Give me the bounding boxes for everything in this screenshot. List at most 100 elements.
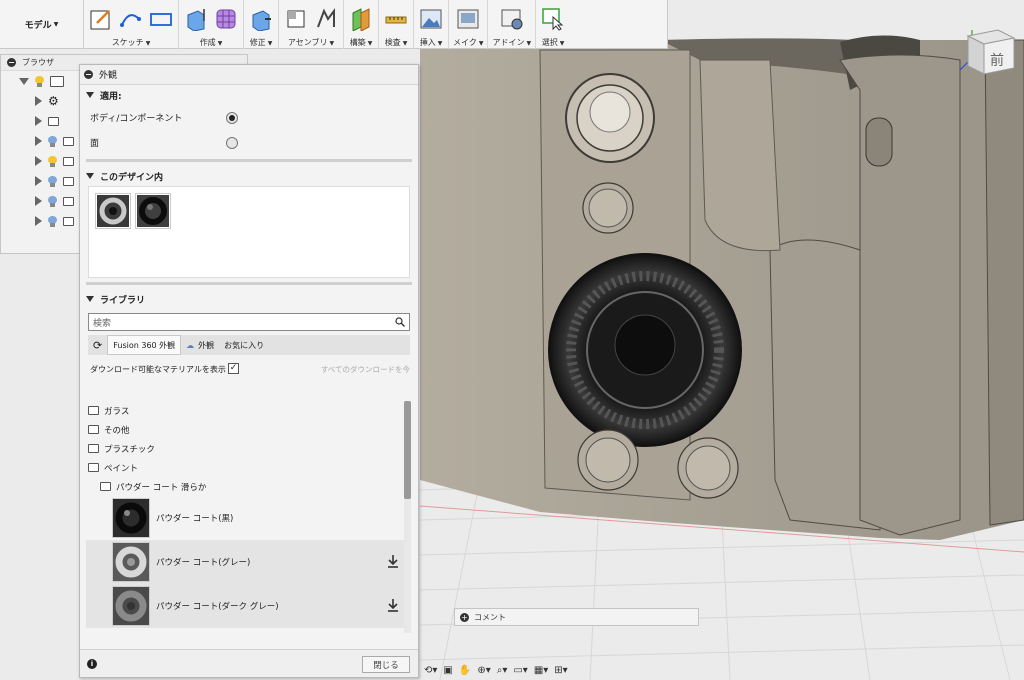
toolbar-group-modify[interactable]: 修正 ▼ — [244, 0, 279, 49]
appearance-title-bar[interactable]: − 外観 — [80, 65, 418, 85]
tab-label: 外観 — [198, 340, 215, 350]
folder-icon — [63, 136, 74, 146]
insert-image-icon[interactable] — [418, 6, 444, 32]
tab-appearance[interactable]: ☁ 外観 — [181, 335, 219, 355]
3d-print-icon[interactable] — [455, 6, 481, 32]
expand-triangle-icon[interactable] — [35, 136, 42, 146]
pan-hand-icon[interactable]: ✋ — [459, 663, 471, 677]
visibility-bulb-icon[interactable] — [48, 195, 57, 207]
library-subfolder-powder-coat[interactable]: パウダー コート 滑らか — [86, 477, 408, 496]
offset-plane-icon[interactable] — [348, 6, 374, 32]
library-folder-plastic[interactable]: プラスチック — [86, 439, 408, 458]
viewcube-front-label: 前 — [990, 53, 1004, 69]
material-item[interactable]: パウダー コート(ダーク グレー) — [86, 584, 408, 628]
viewports-icon[interactable]: ⊞▾ — [554, 663, 567, 677]
apply-section-header[interactable]: 適用: — [80, 85, 418, 105]
create-sketch-icon[interactable] — [88, 6, 114, 32]
library-folder-other[interactable]: その他 — [86, 420, 408, 439]
zoom-window-icon[interactable]: ⌕▾ — [497, 663, 508, 677]
expand-triangle-icon[interactable] — [86, 296, 94, 302]
toolbar-group-sketch[interactable]: スケッチ ▼ — [84, 0, 179, 49]
expand-triangle-icon[interactable] — [35, 116, 42, 126]
apply-body-option[interactable]: ボディ/コンポーネント — [80, 105, 418, 130]
expand-triangle-icon[interactable] — [35, 96, 42, 106]
in-design-section-header[interactable]: このデザイン内 — [80, 166, 418, 186]
apply-face-option[interactable]: 面 — [80, 130, 418, 155]
toolbar-group-addins[interactable]: アドイン ▼ — [488, 0, 537, 49]
download-icon[interactable] — [386, 554, 400, 568]
expand-triangle-icon[interactable] — [35, 176, 42, 186]
toolbar-group-sketch-label: スケッチ — [111, 38, 144, 47]
scrollbar-thumb[interactable] — [404, 401, 411, 499]
library-section-header[interactable]: ライブラリ — [80, 289, 418, 309]
form-icon[interactable] — [213, 6, 239, 32]
tab-favorites[interactable]: お気に入り — [219, 335, 269, 355]
show-downloadable-checkbox[interactable]: ✓ — [228, 363, 239, 374]
expand-triangle-icon[interactable] — [35, 196, 42, 206]
workspace-mode-dropdown[interactable]: モデル ▼ — [0, 0, 84, 49]
apply-face-radio[interactable] — [226, 136, 238, 149]
visibility-bulb-icon[interactable] — [48, 155, 57, 167]
search-icon[interactable] — [395, 317, 405, 327]
visibility-bulb-icon[interactable] — [48, 175, 57, 187]
extrude-icon[interactable] — [183, 6, 209, 32]
orbit-icon[interactable]: ⟲▾ — [424, 663, 437, 677]
visibility-bulb-icon[interactable] — [48, 135, 57, 147]
viewcube[interactable]: 前 — [958, 24, 1018, 78]
folder-icon — [63, 176, 74, 186]
expand-triangle-icon[interactable] — [35, 156, 42, 166]
expand-triangle-icon[interactable] — [35, 216, 42, 226]
toolbar-group-make[interactable]: メイク ▼ — [449, 0, 489, 49]
toolbar-group-inspect[interactable]: 検査 ▼ — [379, 0, 414, 49]
library-scrollbar[interactable] — [404, 401, 411, 633]
collapse-icon[interactable]: − — [7, 58, 16, 67]
look-at-icon[interactable]: ▣ — [443, 663, 452, 677]
new-component-icon[interactable] — [283, 6, 309, 32]
download-all-link[interactable]: すべてのダウンロードを今 — [321, 364, 410, 375]
material-item[interactable]: パウダー コート(黒) — [86, 496, 408, 540]
display-settings-icon[interactable]: ▭▾ — [513, 663, 527, 677]
download-icon[interactable] — [386, 598, 400, 612]
visibility-bulb-icon[interactable] — [48, 215, 57, 227]
folder-label: プラスチック — [104, 444, 155, 455]
add-comment-icon[interactable]: + — [460, 612, 469, 622]
toolbar-group-create[interactable]: 作成 ▼ — [179, 0, 244, 49]
library-folder-paint[interactable]: ペイント — [86, 458, 408, 477]
rectangle-icon[interactable] — [148, 6, 174, 32]
toolbar-group-assemble[interactable]: アセンブリ ▼ — [279, 0, 344, 49]
library-folder-glass[interactable]: ガラス — [86, 401, 408, 420]
zoom-icon[interactable]: ⊕▾ — [477, 663, 490, 677]
toolbar-group-modify-label: 修正 — [249, 38, 266, 47]
visibility-bulb-icon[interactable] — [35, 75, 44, 87]
library-heading: ライブラリ — [100, 295, 146, 306]
spline-icon[interactable] — [118, 6, 144, 32]
scripts-addins-icon[interactable] — [499, 6, 525, 32]
material-item[interactable]: パウダー コート(グレー) — [86, 540, 408, 584]
close-button[interactable]: 閉じる — [362, 656, 410, 673]
press-pull-icon[interactable] — [248, 6, 274, 32]
design-swatch[interactable] — [95, 193, 131, 229]
toolbar-group-addins-label: アドイン — [492, 38, 525, 47]
apply-body-radio[interactable] — [226, 111, 238, 124]
joint-icon[interactable] — [313, 6, 339, 32]
info-icon[interactable]: i — [87, 659, 97, 669]
grid-settings-icon[interactable]: ▦▾ — [534, 663, 548, 677]
tab-fusion-appearance[interactable]: Fusion 360 外観 — [107, 335, 182, 355]
library-search-input[interactable]: 検索 — [88, 313, 410, 331]
toolbar-group-select[interactable]: 選択 ▼ — [536, 0, 570, 49]
toolbar-group-construct[interactable]: 構築 ▼ — [344, 0, 379, 49]
measure-icon[interactable] — [383, 6, 409, 32]
collapse-icon[interactable]: − — [84, 70, 93, 79]
select-arrow-icon[interactable] — [540, 6, 566, 32]
expand-triangle-icon[interactable] — [86, 173, 94, 179]
expand-triangle-icon[interactable] — [19, 77, 29, 85]
folder-icon — [63, 216, 74, 226]
toolbar-group-insert[interactable]: 挿入 ▼ — [414, 0, 449, 49]
design-swatch[interactable] — [135, 193, 171, 229]
show-downloadable-row[interactable]: ダウンロード可能なマテリアルを表示 ✓ すべてのダウンロードを今 — [80, 359, 418, 379]
refresh-icon[interactable]: ⟳ — [88, 335, 107, 355]
comments-bar[interactable]: + コメント — [454, 608, 699, 626]
chevron-down-icon: ▼ — [329, 40, 335, 47]
expand-triangle-icon[interactable] — [86, 92, 94, 98]
folder-icon — [63, 196, 74, 206]
